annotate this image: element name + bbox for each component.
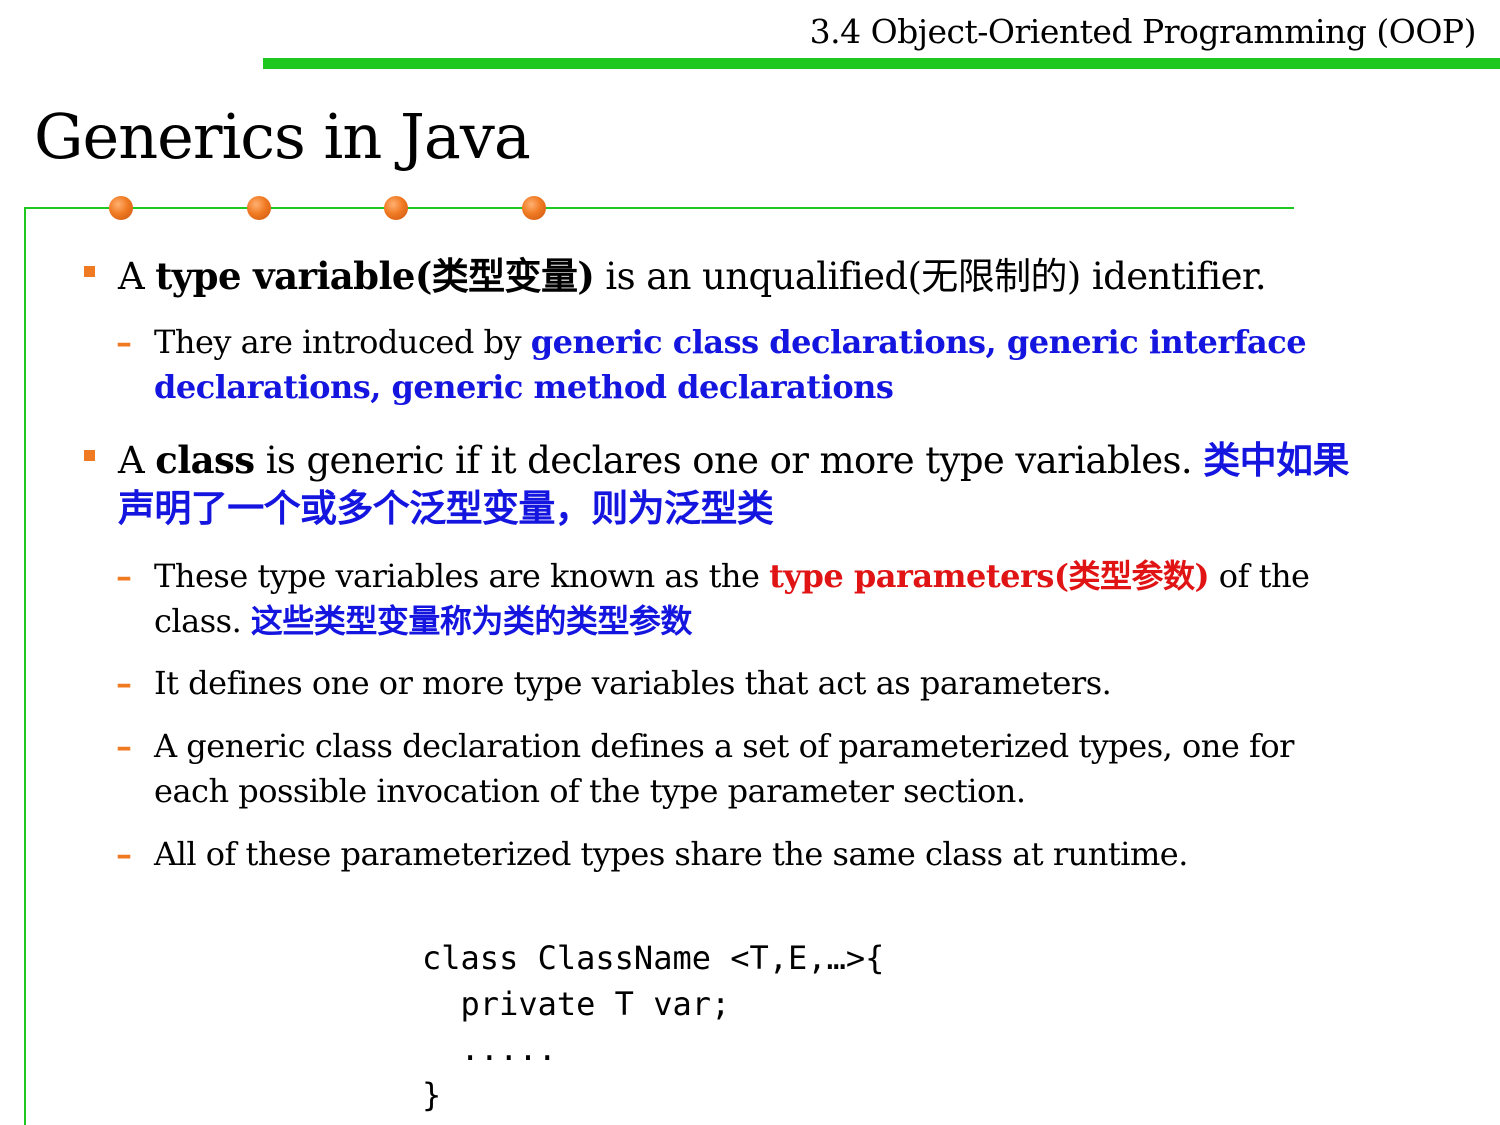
bullet-text: is generic if it declares one or more ty… [254, 439, 1204, 482]
slide-title: Generics in Java [34, 100, 531, 173]
bullet-text: A [118, 255, 156, 298]
left-rule [24, 207, 26, 1125]
square-bullet-icon [84, 450, 95, 461]
sub-bullet-type-parameters: – These type variables are known as the … [116, 554, 1374, 644]
bullet-term: class [155, 438, 255, 482]
code-line: private T var; [422, 984, 731, 1023]
code-line: ..... [422, 1030, 557, 1068]
highlighted-term: type parameters(类型参数) [769, 557, 1210, 595]
sub-bullet-runtime: – All of these parameterized types share… [116, 832, 1374, 877]
bullet-generic-class: A class is generic if it declares one or… [84, 436, 1368, 533]
bullet-text: A [118, 439, 156, 482]
sub-bullet-text: It defines one or more type variables th… [154, 664, 1112, 702]
bullet-term: type variable(类型变量) [155, 254, 595, 298]
dash-bullet-icon: – [116, 664, 132, 702]
sub-bullet-text: These type variables are known as the [154, 557, 770, 595]
chinese-translation: 这些类型变量称为类的类型参数 [250, 602, 693, 640]
decorative-dot [384, 196, 408, 220]
sub-bullet-introduced-by: – They are introduced by generic class d… [116, 320, 1374, 410]
code-line: } [422, 1075, 442, 1114]
sub-bullet-text: They are introduced by [154, 323, 531, 361]
dash-bullet-icon: – [116, 323, 132, 361]
sub-bullet-defines: – It defines one or more type variables … [116, 661, 1374, 706]
square-bullet-icon [84, 266, 95, 277]
header-title: 3.4 Object-Oriented Programming (OOP) [809, 12, 1477, 51]
code-block: class ClassName <T,E,…>{ private T var; … [422, 936, 884, 1118]
bullet-text: is an unqualified(无限制的) identifier. [594, 255, 1267, 298]
dash-bullet-icon: – [116, 557, 132, 595]
header-rule [263, 58, 1500, 69]
sub-bullet-parameterized-types: – A generic class declaration defines a … [116, 724, 1374, 814]
decorative-dot [247, 196, 271, 220]
decorative-dot [522, 196, 546, 220]
sub-bullet-text: A generic class declaration defines a se… [154, 727, 1294, 810]
bullet-type-variable: A type variable(类型变量) is an unqualified(… [84, 252, 1378, 301]
code-line: class ClassName <T,E,…>{ [422, 939, 885, 977]
decorative-dot [109, 196, 133, 220]
title-rule [24, 207, 1294, 209]
sub-bullet-text: All of these parameterized types share t… [154, 835, 1188, 873]
dash-bullet-icon: – [116, 727, 132, 765]
dash-bullet-icon: – [116, 835, 132, 873]
